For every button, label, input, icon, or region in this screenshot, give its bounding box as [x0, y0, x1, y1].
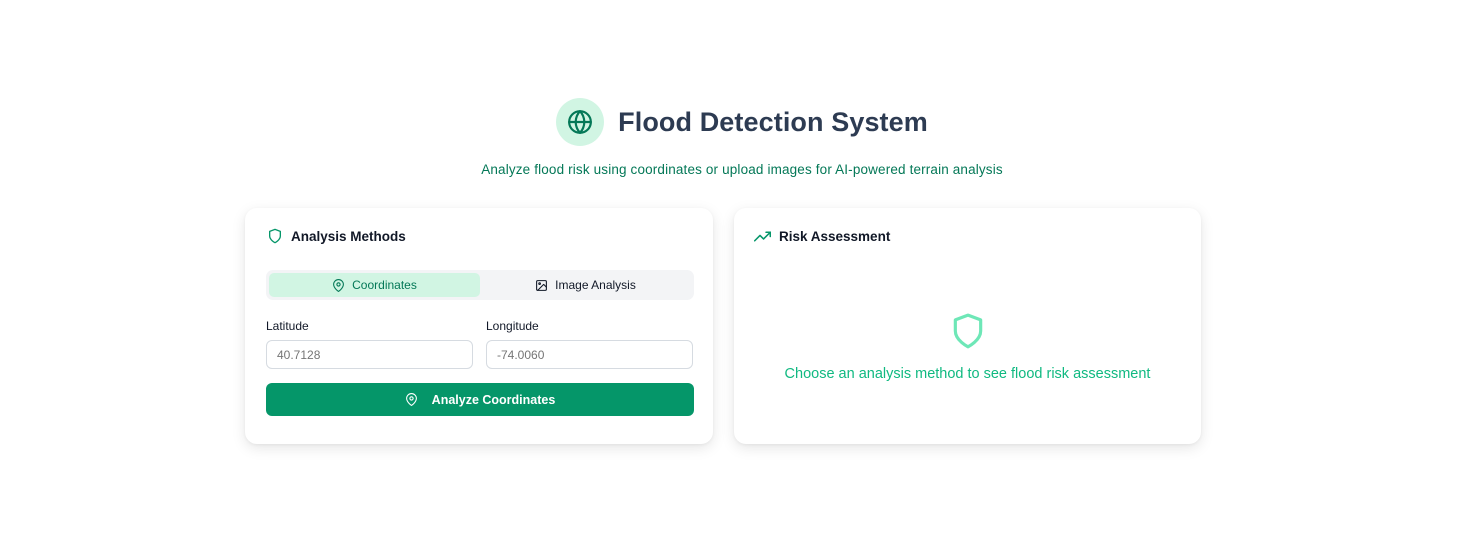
longitude-label: Longitude	[486, 319, 539, 333]
risk-assessment-title: Risk Assessment	[779, 229, 891, 244]
shield-icon	[953, 313, 982, 349]
shield-icon	[269, 228, 281, 244]
tab-coordinates-label: Coordinates	[352, 278, 417, 292]
analysis-methods-header: Analysis Methods	[267, 228, 406, 244]
analysis-methods-card: Analysis Methods Coordinates Image Analy…	[245, 208, 713, 444]
globe-icon	[568, 110, 593, 134]
analyze-coordinates-label: Analyze Coordinates	[431, 392, 556, 407]
risk-empty-state: Choose an analysis method to see flood r…	[734, 312, 1201, 382]
page-header: Flood Detection System	[0, 98, 1484, 146]
map-pin-icon	[333, 278, 345, 292]
risk-assessment-card: Risk Assessment Choose an analysis metho…	[734, 208, 1201, 444]
map-pin-icon	[405, 393, 417, 406]
page-subtitle: Analyze flood risk using coordinates or …	[481, 162, 1003, 177]
image-icon	[536, 279, 548, 291]
analysis-method-tabs: Coordinates Image Analysis	[266, 270, 694, 300]
latitude-input[interactable]	[266, 340, 473, 369]
trending-up-icon	[754, 231, 771, 242]
analysis-methods-title: Analysis Methods	[291, 228, 406, 244]
risk-assessment-header: Risk Assessment	[754, 228, 890, 245]
tab-image-analysis-label: Image Analysis	[555, 278, 636, 292]
latitude-label: Latitude	[266, 319, 309, 333]
longitude-input[interactable]	[486, 340, 693, 369]
tab-coordinates[interactable]: Coordinates	[269, 273, 480, 297]
page-title: Flood Detection System	[618, 106, 928, 137]
globe-icon-badge	[556, 98, 605, 146]
analyze-coordinates-button[interactable]: Analyze Coordinates	[266, 383, 694, 416]
tab-image-analysis[interactable]: Image Analysis	[480, 273, 691, 297]
risk-empty-message: Choose an analysis method to see flood r…	[784, 366, 1151, 382]
